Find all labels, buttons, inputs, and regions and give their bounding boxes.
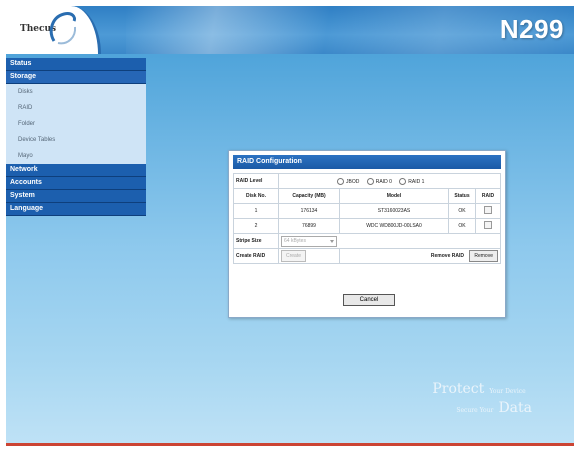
raid-level-row: RAID Level JBOD RAID 0 RAID 1 [233,173,501,189]
sidebar-item-mayo[interactable]: Mayo [6,148,146,164]
table-row: 1 176134 ST3160023AS OK [233,203,501,219]
raid-level-options: JBOD RAID 0 RAID 1 [278,173,501,189]
raid-checkbox[interactable] [484,221,492,229]
column-header: Disk No. [233,188,279,204]
sidebar: Status Storage Disks RAID Folder Device … [6,58,146,216]
remove-button[interactable]: Remove [469,250,498,262]
slogan-word-data: Data [498,400,532,416]
stripe-size-select[interactable]: 64 kBytes [281,235,337,247]
remove-raid-label: Remove RAID [430,253,464,260]
table-header-row: Disk No. Capacity (MB) Model Status RAID [233,188,501,204]
raid-level-label: RAID Level [233,173,279,189]
sidebar-item-folder[interactable]: Folder [6,116,146,132]
dialog-title: RAID Configuration [233,155,501,169]
raid-configuration-dialog: RAID Configuration RAID Level JBOD RAID … [228,150,506,318]
sidebar-category-status[interactable]: Status [6,58,146,71]
disk-number: 1 [233,203,279,219]
radio-raid0[interactable] [366,177,374,185]
logo: Thecus [6,6,101,54]
stripe-size-label: Stripe Size [233,233,279,249]
slogan-small-1: Your Device [489,388,526,395]
radio-raid0-label: RAID 0 [375,178,392,185]
actions-row: Create RAID Create Remove RAID Remove [233,248,501,264]
sidebar-category-network[interactable]: Network [6,164,146,177]
remove-cell: Remove RAID Remove [339,248,501,264]
create-button[interactable]: Create [281,250,307,262]
sidebar-category-system[interactable]: System [6,190,146,203]
radio-jbod-label: JBOD [346,178,360,185]
table-row: 2 76899 WDC WD800JD-00LSA0 OK [233,218,501,234]
sidebar-category-accounts[interactable]: Accounts [6,177,146,190]
disk-capacity: 176134 [278,203,340,219]
raid-table: RAID Level JBOD RAID 0 RAID 1 Disk No. C… [233,173,501,264]
logo-swoosh-icon [49,12,77,45]
slogan-word-protect: Protect [432,381,485,397]
sidebar-item-disks[interactable]: Disks [6,84,146,100]
stripe-size-cell: 64 kBytes [278,233,501,249]
stripe-size-row: Stripe Size 64 kBytes [233,233,501,249]
bottom-accent-bar [6,443,574,446]
create-raid-label: Create RAID [233,248,279,264]
raid-checkbox-cell [475,203,501,219]
model-name: N299 [499,14,564,44]
column-header: RAID [475,188,501,204]
disk-capacity: 76899 [278,218,340,234]
sidebar-item-device-tables[interactable]: Device Tables [6,132,146,148]
disk-model: ST3160023AS [339,203,449,219]
column-header: Capacity (MB) [278,188,340,204]
column-header: Status [448,188,476,204]
radio-raid1[interactable] [399,177,407,185]
raid-checkbox-cell [475,218,501,234]
disk-number: 2 [233,218,279,234]
disk-model: WDC WD800JD-00LSA0 [339,218,449,234]
raid-checkbox[interactable] [484,206,492,214]
sidebar-category-language[interactable]: Language [6,203,146,216]
create-cell: Create [278,248,340,264]
sidebar-category-storage[interactable]: Storage [6,71,146,84]
cancel-button[interactable]: Cancel [343,294,395,306]
disk-status: OK [448,203,476,219]
header-banner: Thecus N299 [6,6,574,54]
storage-submenu: Disks RAID Folder Device Tables Mayo [6,84,146,164]
app-window: Thecus N299 Status Storage Disks RAID Fo… [6,6,574,446]
brand-slogan: Protect Your Device Secure Your Data [432,378,532,416]
radio-raid1-label: RAID 1 [408,178,425,185]
column-header: Model [339,188,449,204]
slogan-small-2: Secure Your [456,407,494,414]
disk-status: OK [448,218,476,234]
sidebar-item-raid[interactable]: RAID [6,100,146,116]
radio-jbod[interactable] [337,177,344,185]
